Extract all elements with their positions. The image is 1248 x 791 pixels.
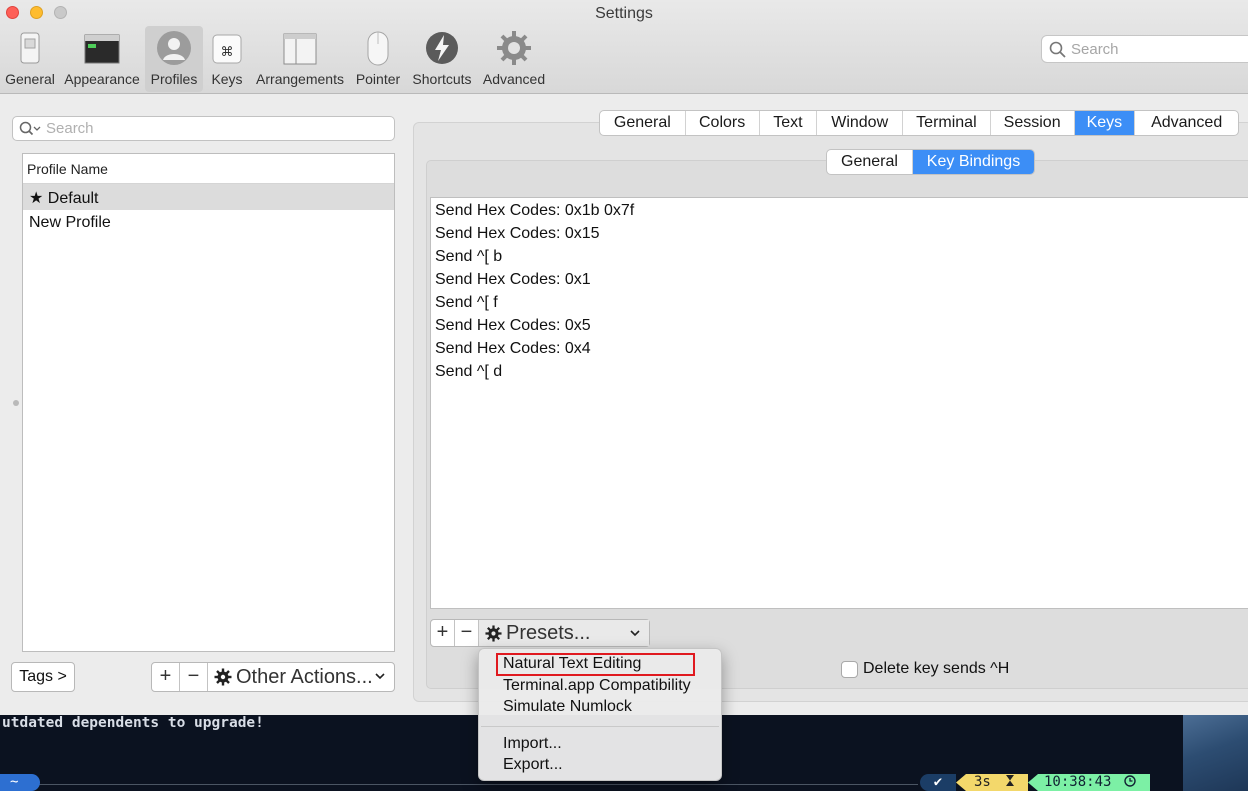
key-binding-row[interactable]: Send ^[ d <box>431 360 1248 383</box>
tags-button[interactable]: Tags > <box>11 662 75 692</box>
profile-search-placeholder: Search <box>46 120 94 137</box>
window-title: Settings <box>595 5 653 22</box>
chevron-down-icon <box>630 630 640 637</box>
key-binding-row[interactable]: Send ^[ f <box>431 291 1248 314</box>
gear-icon <box>214 668 232 686</box>
toolbar-pointer[interactable]: Pointer <box>352 26 404 92</box>
toolbar-arrangements[interactable]: Arrangements <box>252 26 348 92</box>
keys-command-icon: ⌘ <box>212 34 242 64</box>
settings-search-placeholder: Search <box>1071 41 1119 58</box>
search-icon <box>19 121 41 136</box>
terminal-output-line: utdated dependents to upgrade! <box>2 715 264 731</box>
tab-window[interactable]: Window <box>817 111 904 135</box>
tab-text[interactable]: Text <box>760 111 818 135</box>
key-binding-row[interactable]: Send Hex Codes: 0x1 <box>431 268 1248 291</box>
add-profile-button[interactable]: + <box>152 663 180 691</box>
key-binding-row[interactable]: Send Hex Codes: 0x5 <box>431 314 1248 337</box>
key-binding-actions-group: + − Presets... <box>430 619 650 647</box>
delete-key-sends-ctrl-h-checkbox[interactable] <box>841 661 858 678</box>
prompt-duration-value: 3s <box>974 774 991 790</box>
profile-search-input[interactable]: Search <box>12 116 395 141</box>
profile-list[interactable]: Profile Name ★ Default New Profile <box>22 153 395 652</box>
presets-menu: Natural Text Editing Terminal.app Compat… <box>478 648 722 781</box>
advanced-gear-icon <box>497 31 531 65</box>
split-view-handle[interactable] <box>13 400 19 406</box>
key-binding-row[interactable]: Send ^[ b <box>431 245 1248 268</box>
tab-keys[interactable]: Keys <box>1074 111 1136 135</box>
clock-icon <box>1124 775 1136 787</box>
menu-separator <box>481 726 719 727</box>
key-binding-row[interactable]: Send Hex Codes: 0x4 <box>431 337 1248 360</box>
toolbar-general[interactable]: General <box>2 26 58 92</box>
profile-actions-group: + − Other Actions... <box>151 662 395 692</box>
toolbar-keys[interactable]: ⌘ Keys <box>206 26 248 92</box>
tab-session[interactable]: Session <box>991 111 1075 135</box>
other-actions-label: Other Actions... <box>236 666 373 688</box>
presets-label: Presets... <box>506 622 591 644</box>
search-icon <box>1049 41 1066 58</box>
profiles-person-icon <box>157 31 191 65</box>
prompt-time-value: 10:38:43 <box>1044 774 1112 790</box>
settings-window: Settings General Appearance Profiles ⌘ K… <box>0 0 1248 715</box>
prompt-directory-segment: ~ <box>0 774 40 791</box>
prompt-status-segment: ✔ <box>920 774 956 791</box>
remove-profile-button[interactable]: − <box>180 663 208 691</box>
tab-advanced[interactable]: Advanced <box>1135 111 1238 135</box>
keys-subtab-bar: General Key Bindings <box>826 149 1035 175</box>
appearance-window-icon <box>84 34 120 64</box>
titlebar: Settings General Appearance Profiles ⌘ K… <box>0 0 1248 94</box>
tab-general[interactable]: General <box>600 111 686 135</box>
key-binding-row[interactable]: Send Hex Codes: 0x1b 0x7f <box>431 199 1248 222</box>
other-actions-popup[interactable]: Other Actions... <box>208 663 394 691</box>
arrangements-window-icon <box>283 33 317 65</box>
profile-row-default[interactable]: ★ Default <box>23 184 394 210</box>
toolbar-advanced[interactable]: Advanced <box>480 26 548 92</box>
subtab-key-bindings[interactable]: Key Bindings <box>913 150 1034 174</box>
tab-colors[interactable]: Colors <box>686 111 760 135</box>
toolbar-appearance[interactable]: Appearance <box>62 26 142 92</box>
delete-key-sends-ctrl-h-label: Delete key sends ^H <box>863 660 1010 677</box>
profile-name-column-header[interactable]: Profile Name <box>23 154 394 184</box>
tab-terminal[interactable]: Terminal <box>903 111 991 135</box>
menu-item-export[interactable]: Export... <box>503 756 563 774</box>
menu-item-import[interactable]: Import... <box>503 735 562 753</box>
menu-item-natural-text-editing[interactable]: Natural Text Editing <box>503 655 641 673</box>
shortcuts-bolt-icon <box>426 32 458 64</box>
prompt-time-segment: 10:38:43 <box>1028 774 1150 791</box>
prompt-duration-segment: 3s <box>956 774 1028 791</box>
terminal-prompt-rule <box>38 784 918 785</box>
desktop-wallpaper <box>1183 715 1248 791</box>
presets-popup-button[interactable]: Presets... <box>479 620 649 646</box>
toolbar-shortcuts[interactable]: Shortcuts <box>408 26 476 92</box>
profile-tab-bar: General Colors Text Window Terminal Sess… <box>599 110 1239 136</box>
general-switch-icon <box>20 32 40 64</box>
svg-text:⌘: ⌘ <box>221 45 234 60</box>
remove-key-binding-button[interactable]: − <box>455 620 479 646</box>
key-bindings-list[interactable]: Send Hex Codes: 0x1b 0x7f Send Hex Codes… <box>430 197 1248 609</box>
subtab-general[interactable]: General <box>827 150 913 174</box>
settings-search-input[interactable]: Search <box>1041 35 1248 63</box>
hourglass-icon <box>1006 775 1015 786</box>
pointer-mouse-icon <box>367 31 389 66</box>
chevron-down-icon <box>375 673 385 680</box>
toolbar-profiles[interactable]: Profiles <box>145 26 203 92</box>
profile-row-new-profile[interactable]: New Profile <box>23 210 394 236</box>
menu-item-simulate-numlock[interactable]: Simulate Numlock <box>503 698 632 716</box>
add-key-binding-button[interactable]: + <box>431 620 455 646</box>
menu-item-terminal-app-compatibility[interactable]: Terminal.app Compatibility <box>503 677 691 695</box>
key-binding-row[interactable]: Send Hex Codes: 0x15 <box>431 222 1248 245</box>
gear-icon <box>485 624 502 642</box>
